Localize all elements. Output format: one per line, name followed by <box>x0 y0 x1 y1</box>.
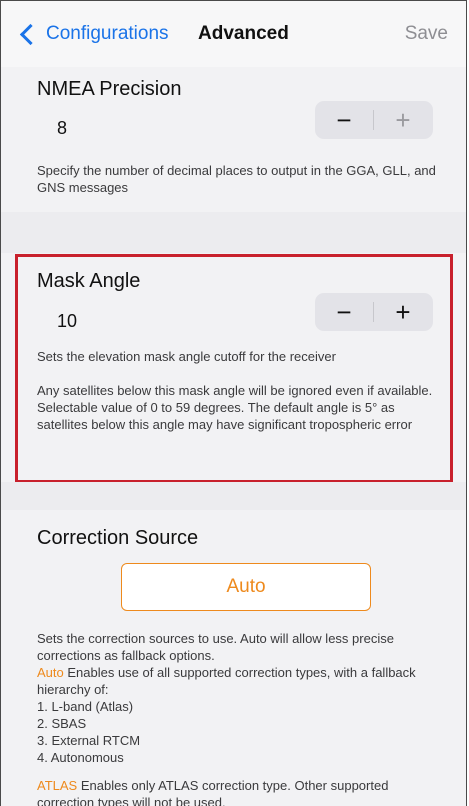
atlas-text: Enables only ATLAS correction type. Othe… <box>37 778 389 806</box>
correction-source-select[interactable]: Auto <box>121 563 371 611</box>
nmea-precision-value: 8 <box>57 118 68 138</box>
auto-keyword: Auto <box>37 665 64 680</box>
chevron-left-icon <box>19 23 42 45</box>
decrement-button[interactable]: − <box>315 101 373 139</box>
fallback-item: 4. Autonomous <box>37 750 124 765</box>
nmea-precision-description: Specify the number of decimal places to … <box>37 163 436 195</box>
screen: Configurations Advanced Save NMEA Precis… <box>0 0 467 806</box>
section-separator <box>1 212 466 253</box>
highlight-frame <box>15 254 453 483</box>
fallback-item: 2. SBAS <box>37 716 87 731</box>
correction-source-intro: Sets the correction sources to use. Auto… <box>37 631 394 663</box>
auto-description: Auto Enables use of all supported correc… <box>37 664 447 698</box>
fallback-item: 3. External RTCM <box>37 733 141 748</box>
navigation-bar: Configurations Advanced Save <box>1 0 466 68</box>
back-button[interactable]: Configurations <box>19 23 169 45</box>
section-separator <box>1 482 466 510</box>
nmea-precision-heading: NMEA Precision <box>37 78 182 100</box>
back-label: Configurations <box>46 23 169 44</box>
atlas-keyword: ATLAS <box>37 778 78 793</box>
nmea-precision-stepper[interactable]: − + <box>315 101 433 139</box>
increment-button[interactable]: + <box>374 101 432 139</box>
correction-source-heading: Correction Source <box>37 527 199 549</box>
atlas-description: ATLAS Enables only ATLAS correction type… <box>37 777 447 806</box>
page-title: Advanced <box>198 23 289 44</box>
save-button[interactable]: Save <box>405 23 448 45</box>
auto-text: Enables use of all supported correction … <box>37 665 416 697</box>
fallback-item: 1. L-band (Atlas) <box>37 699 134 714</box>
